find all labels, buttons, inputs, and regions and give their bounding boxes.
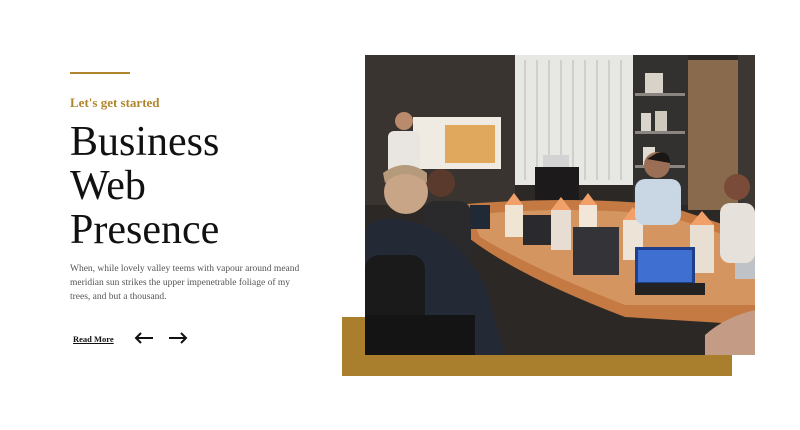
hero-title-line-3: Presence xyxy=(70,207,220,253)
hero-photo xyxy=(365,55,755,355)
arrow-right-icon[interactable] xyxy=(168,331,188,345)
accent-divider xyxy=(70,72,130,74)
hero-description: When, while lovely valley teems with vap… xyxy=(70,264,300,302)
hero-title-line-1: Business xyxy=(70,119,220,165)
hero-title-line-2: Web xyxy=(70,163,146,209)
hero-title: Business Web Presence xyxy=(70,120,219,252)
arrow-left-icon[interactable] xyxy=(134,331,154,345)
read-more-link[interactable]: Read More xyxy=(73,334,114,344)
eyebrow-text: Let's get started xyxy=(70,95,160,110)
